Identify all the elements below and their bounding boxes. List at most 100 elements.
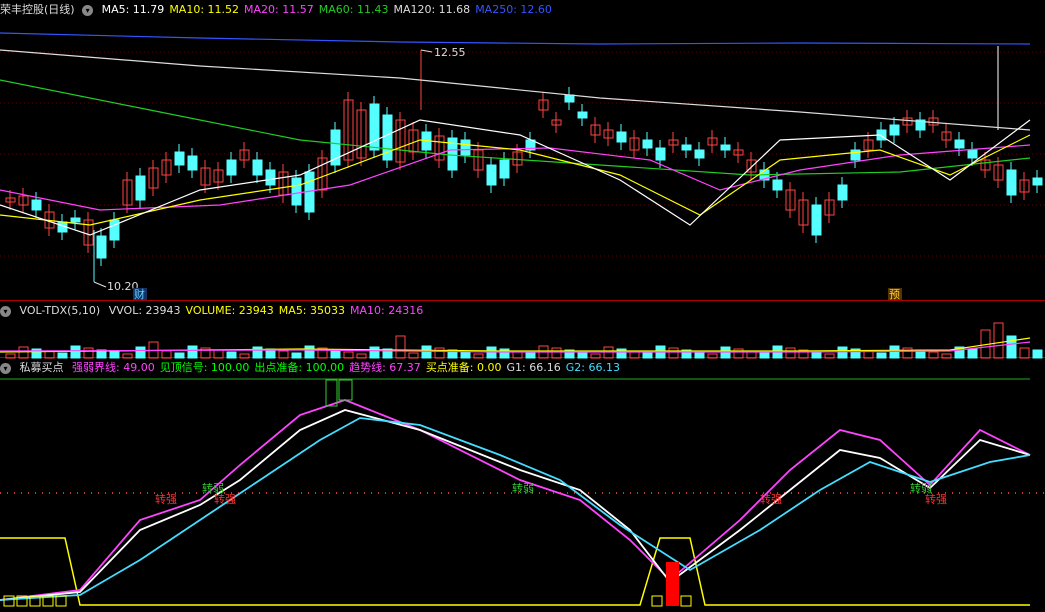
candle-body [174, 151, 185, 166]
candle-body [655, 147, 666, 161]
volume-bar [161, 350, 172, 359]
volume-bar [785, 347, 796, 359]
volume-bar [759, 352, 770, 359]
top-signal [338, 379, 353, 401]
bottom-box [680, 595, 692, 607]
volume-bar [811, 351, 822, 359]
volume-bar [109, 351, 120, 359]
candle-body [31, 199, 42, 211]
volume-bar [902, 347, 913, 359]
candle-body [577, 111, 588, 119]
candle-body [837, 184, 848, 201]
candle-body [291, 177, 302, 206]
signal-annotation-3: 转弱 [512, 481, 534, 495]
candle-body [499, 159, 510, 179]
candle-body [720, 144, 731, 151]
volume-bar [616, 348, 627, 359]
volume-bar [577, 351, 588, 359]
signal-annotation-4: 转强 [760, 492, 782, 506]
volume-bar [1032, 349, 1043, 359]
volume-bar [369, 346, 380, 359]
high-price-label: 12.55 [434, 46, 466, 59]
candle-body [1032, 177, 1043, 186]
buy-signal-bar [666, 562, 679, 606]
candle-body [811, 204, 822, 236]
candle-body [187, 155, 198, 171]
candle-body [96, 235, 107, 259]
forecast-marker[interactable]: 预 [889, 288, 900, 301]
g2-line [0, 417, 1031, 601]
candle-body [642, 139, 653, 149]
high-price-pointer [420, 49, 433, 53]
volume-bar [1019, 347, 1030, 359]
volume-bar [304, 345, 315, 359]
volume-bar [434, 347, 445, 359]
candle-body [486, 164, 497, 186]
volume-bar [291, 352, 302, 359]
candle-body [109, 219, 120, 241]
volume-bar [668, 347, 679, 359]
volume-bar [330, 349, 341, 359]
candle-body [252, 159, 263, 176]
candle-body [1006, 169, 1017, 196]
volume-bar [889, 345, 900, 359]
volume-bar [551, 347, 562, 359]
low-price-pointer [93, 281, 107, 288]
signal-annotation-6: 转强 [925, 492, 947, 506]
finance-marker[interactable]: 财 [134, 287, 145, 301]
candle-body [850, 149, 861, 161]
volume-bar [642, 352, 653, 359]
ma20-line [0, 144, 1031, 211]
candle-body [694, 149, 705, 159]
volume-bar [993, 322, 1004, 359]
buy-prep-line [0, 537, 1030, 606]
candle-body [616, 131, 627, 143]
volume-bar [395, 335, 406, 359]
signal-annotation-0: 转强 [155, 492, 177, 506]
ma250-line [0, 32, 1031, 45]
volume-bar [837, 346, 848, 359]
volume-bar [57, 352, 68, 359]
volume-bar [278, 350, 289, 359]
candle-body [954, 139, 965, 149]
chart-canvas[interactable]: 转强转弱转强转弱转强转弱转强 12.55 10.20 财 预 [0, 0, 1045, 612]
volume-bar [83, 347, 94, 359]
candles [5, 46, 1043, 282]
candle-body [226, 159, 237, 176]
volume-bar [70, 345, 81, 359]
volume-bar [876, 352, 887, 359]
candle-body [681, 144, 692, 151]
ma60-line [0, 79, 1031, 176]
bottom-box [651, 595, 663, 607]
volume-bar [733, 348, 744, 359]
ma120-line [0, 49, 1031, 131]
volume-bar [187, 345, 198, 359]
candle-body [369, 103, 380, 151]
volume-bar [135, 346, 146, 359]
signal-annotation-2: 转强 [214, 492, 236, 506]
volume-bar [252, 346, 263, 359]
ma5-line [0, 119, 1031, 236]
volume-bar [421, 345, 432, 359]
volume-bar [213, 349, 224, 359]
volume-bars [0, 322, 1043, 359]
volume-bar [174, 352, 185, 359]
candle-body [772, 179, 783, 191]
candle-body [135, 175, 146, 201]
candle-body [564, 94, 575, 103]
ma-lines [0, 32, 1031, 236]
volume-bar [499, 348, 510, 359]
volume-bar [226, 351, 237, 359]
volume-bar [460, 351, 471, 359]
bottom-box [55, 595, 67, 607]
candle-body [967, 149, 978, 159]
candle-body [70, 217, 81, 223]
volume-bar [1006, 335, 1017, 359]
bottom-box [3, 595, 15, 607]
candle-body [889, 124, 900, 136]
volume-bar [18, 346, 29, 359]
top-signal [325, 379, 338, 407]
candle-body [265, 169, 276, 186]
volume-bar [967, 348, 978, 359]
volume-bar [694, 351, 705, 359]
